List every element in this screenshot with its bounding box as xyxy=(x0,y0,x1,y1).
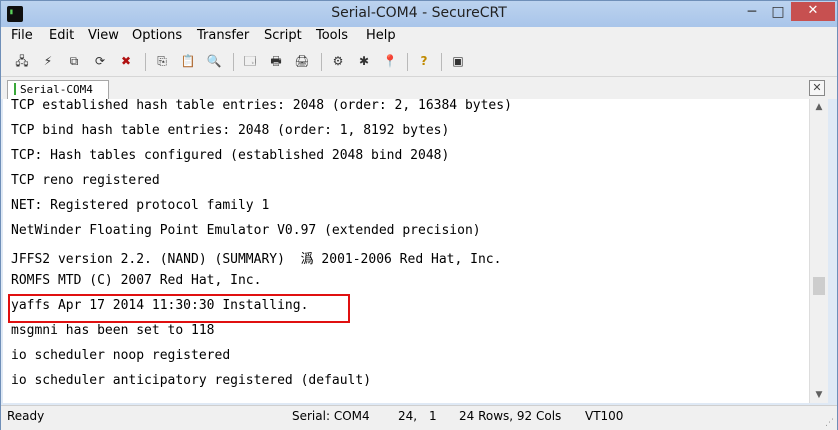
toolbar-separator xyxy=(407,53,408,71)
scroll-up-icon[interactable]: ▲ xyxy=(810,99,828,115)
status-state: Ready xyxy=(7,409,45,423)
sftp-icon[interactable]: 📍 xyxy=(381,52,399,70)
global-options-icon[interactable]: ⚙ xyxy=(329,52,347,70)
paste-icon[interactable]: 📋 xyxy=(179,52,197,70)
title-bar[interactable]: ▮ Serial-COM4 - SecureCRT ─ □ ✕ xyxy=(1,1,837,27)
status-cursor-col: 1 xyxy=(429,409,437,423)
toolbar-separator xyxy=(145,53,146,71)
terminal-line: TCP bind hash table entries: 2048 (order… xyxy=(11,123,450,138)
tab-status-indicator xyxy=(14,83,16,95)
menu-edit[interactable]: Edit xyxy=(49,28,74,43)
tab-serial-com4[interactable]: Serial-COM4 xyxy=(7,80,109,99)
maximize-button[interactable]: □ xyxy=(765,2,791,22)
toolbar: 🖧 ⚡ ⧉ ⟳ ✖ ⎘ 📋 🔍 🗔 🖶 🖨 ⚙ ✱ 📍 ? ▣ xyxy=(1,47,837,77)
toolbar-separator xyxy=(233,53,234,71)
menu-transfer[interactable]: Transfer xyxy=(197,28,249,43)
securecrt-window: ▮ Serial-COM4 - SecureCRT ─ □ ✕ File Edi… xyxy=(0,0,838,430)
terminal-line: NET: Registered protocol family 1 xyxy=(11,198,270,213)
print-setup-icon[interactable]: 🖶 xyxy=(267,52,285,70)
menu-bar: File Edit View Options Transfer Script T… xyxy=(1,27,837,47)
close-button[interactable]: ✕ xyxy=(791,2,835,21)
menu-options[interactable]: Options xyxy=(132,28,182,43)
session-tab-strip: Serial-COM4 ✕ xyxy=(1,77,837,99)
tab-label: Serial-COM4 xyxy=(20,83,93,96)
terminal-line: msgmni has been set to 118 xyxy=(11,323,215,338)
menu-script[interactable]: Script xyxy=(264,28,302,43)
terminal-line: ROMFS MTD (C) 2007 Red Hat, Inc. xyxy=(11,273,262,288)
terminal-line: io scheduler anticipatory registered (de… xyxy=(11,373,372,388)
print-icon[interactable]: 🖨 xyxy=(293,52,311,70)
window-title: Serial-COM4 - SecureCRT xyxy=(331,5,507,21)
status-terminal-size: 24 Rows, 92 Cols xyxy=(459,409,562,423)
terminal-line: JFFS2 version 2.2. (NAND) (SUMMARY) 潙 20… xyxy=(11,252,502,267)
minimize-button[interactable]: ─ xyxy=(739,2,765,22)
scroll-thumb[interactable] xyxy=(813,277,825,295)
toolbar-separator xyxy=(321,53,322,71)
keymap-icon[interactable]: ✱ xyxy=(355,52,373,70)
terminal-line: io scheduler noop registered xyxy=(11,348,231,363)
terminal-line: TCP established hash table entries: 2048… xyxy=(11,99,512,113)
status-port: Serial: COM4 xyxy=(292,409,370,423)
status-bar: Ready Serial: COM4 24, 1 24 Rows, 92 Col… xyxy=(1,405,837,430)
toolbar-separator xyxy=(441,53,442,71)
terminal-line: NetWinder Floating Point Emulator V0.97 … xyxy=(11,223,481,238)
status-emulation: VT100 xyxy=(585,409,624,423)
resize-grip-icon[interactable]: ⋰ xyxy=(825,418,835,428)
scroll-down-icon[interactable]: ▼ xyxy=(810,387,828,403)
connect-icon[interactable]: 🖧 xyxy=(13,52,31,70)
session-options-icon[interactable]: 🗔 xyxy=(241,52,259,70)
screen-icon[interactable]: ▣ xyxy=(449,52,467,70)
reconnect-icon[interactable]: ⟳ xyxy=(91,52,109,70)
menu-file[interactable]: File xyxy=(11,28,33,43)
quick-connect-icon[interactable]: ⚡ xyxy=(39,52,57,70)
menu-view[interactable]: View xyxy=(88,28,119,43)
menu-tools[interactable]: Tools xyxy=(316,28,348,43)
connect-in-tab-icon[interactable]: ⧉ xyxy=(65,52,83,70)
highlight-annotation-box xyxy=(8,294,350,323)
find-icon[interactable]: 🔍 xyxy=(205,52,223,70)
terminal-line: TCP reno registered xyxy=(11,173,160,188)
menu-help[interactable]: Help xyxy=(366,28,396,43)
tab-close-icon[interactable]: ✕ xyxy=(809,80,825,96)
copy-icon[interactable]: ⎘ xyxy=(153,52,171,70)
terminal-output[interactable]: TCP established hash table entries: 2048… xyxy=(3,99,809,403)
help-icon[interactable]: ? xyxy=(415,52,433,70)
vertical-scrollbar[interactable]: ▲ ▼ xyxy=(809,99,828,403)
disconnect-icon[interactable]: ✖ xyxy=(117,52,135,70)
status-cursor-row: 24, xyxy=(398,409,418,423)
terminal-line: TCP: Hash tables configured (established… xyxy=(11,148,450,163)
